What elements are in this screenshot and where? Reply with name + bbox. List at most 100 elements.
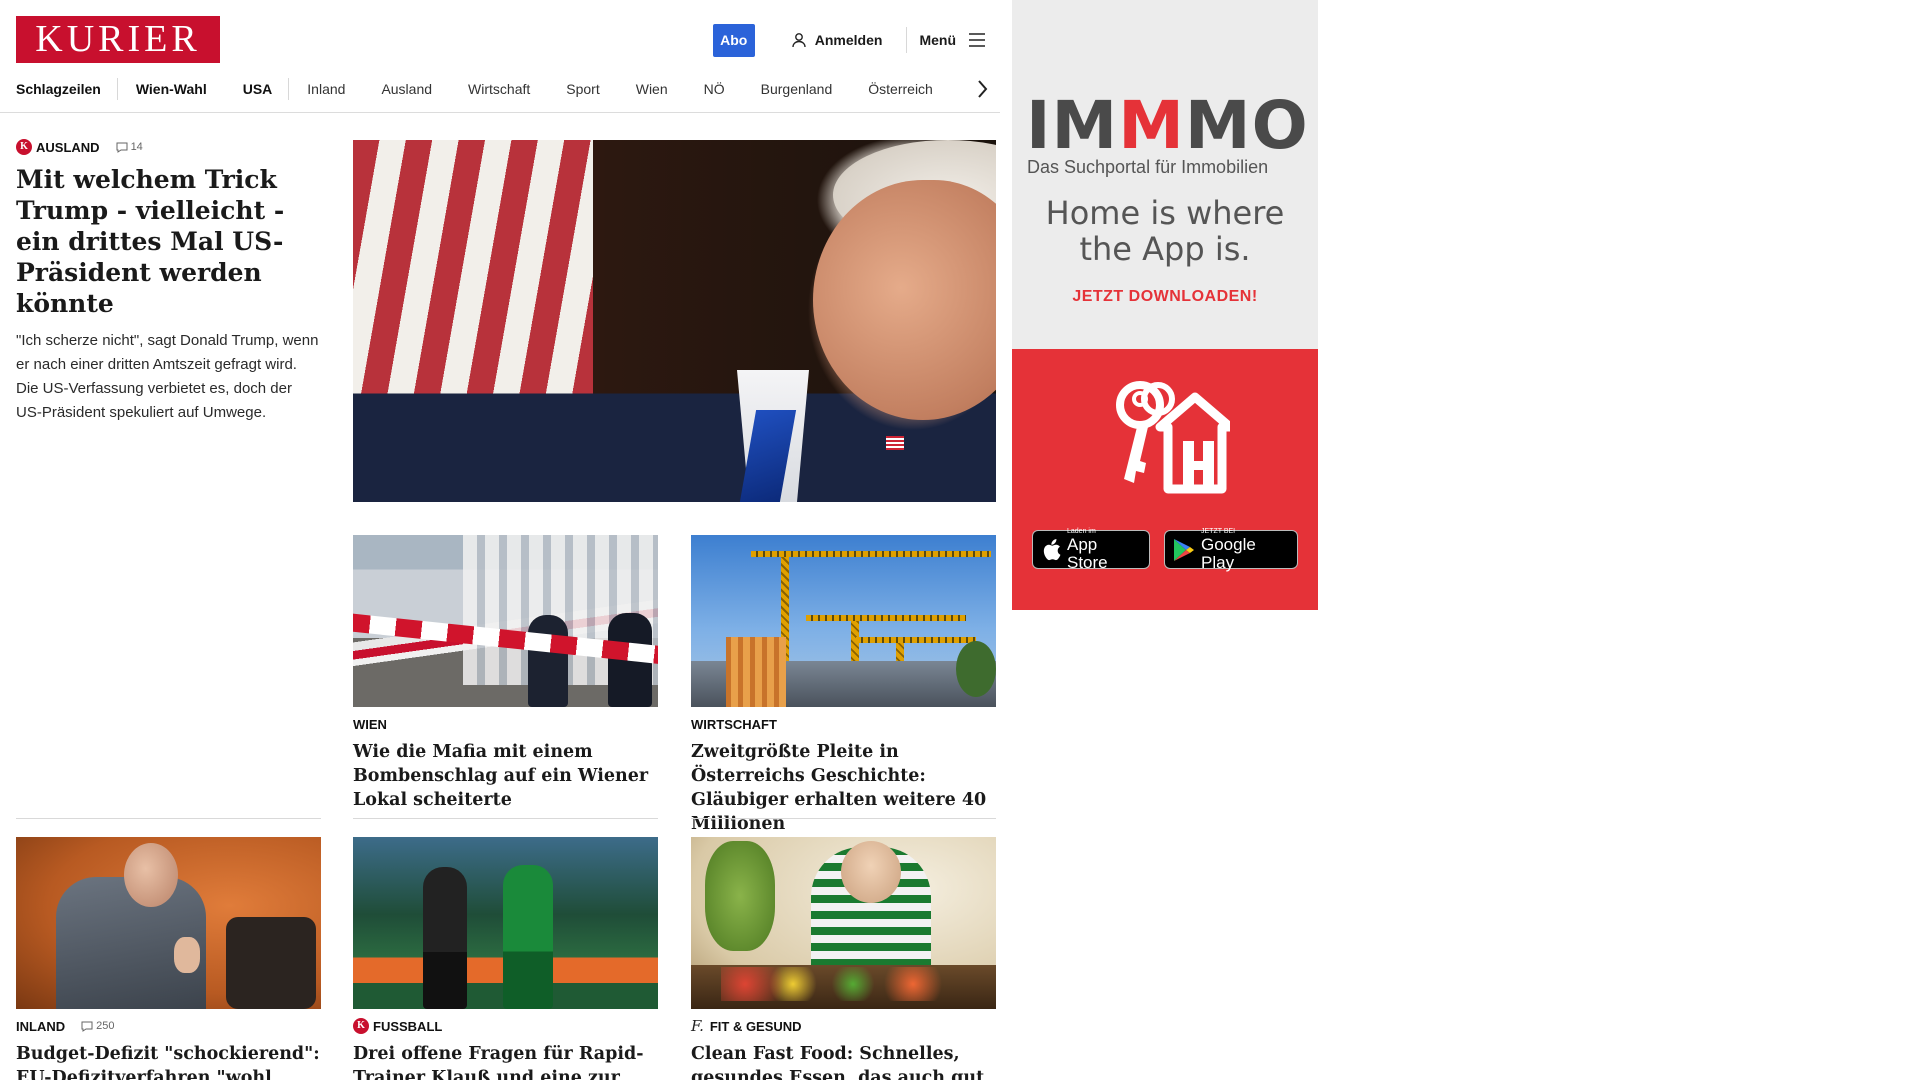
app-store-button[interactable]: Laden im App Store <box>1032 528 1150 572</box>
card-category[interactable]: FIT & GESUND <box>710 1019 802 1034</box>
article-card-wien[interactable]: WIEN Wie die Mafia mit einem Bombenschla… <box>353 535 658 819</box>
divider <box>16 818 321 819</box>
card-title[interactable]: Drei offene Fragen für Rapid-Trainer Kla… <box>353 1042 658 1080</box>
person-head <box>841 841 901 903</box>
article-card-wirtschaft[interactable]: WIRTSCHAFT Zweitgrößte Pleite in Österre… <box>691 535 996 836</box>
article-image-mafia[interactable] <box>353 535 658 707</box>
brand-part-red: M <box>1118 87 1185 164</box>
kurier-k-icon: K <box>16 139 32 155</box>
scaffolding <box>726 637 786 707</box>
person-head <box>124 843 178 907</box>
vegetables-shape <box>721 967 961 1001</box>
article-image-budget[interactable] <box>16 837 321 1009</box>
ad-subtitle: Das Suchportal für Immobilien <box>1027 157 1269 177</box>
immmo-ad[interactable]: IMMMO Das Suchportal für Immobilien Home… <box>1012 0 1318 610</box>
hero-comment-count[interactable]: 14 <box>116 141 143 153</box>
google-play-text: JETZT BEI Google Play <box>1201 528 1289 572</box>
plant-shape <box>705 841 775 951</box>
card-category[interactable]: WIRTSCHAFT <box>691 717 777 732</box>
crane-jib <box>751 551 991 557</box>
card-title[interactable]: Wie die Mafia mit einem Bombenschlag auf… <box>353 740 658 812</box>
hero-title[interactable]: Mit welchem Trick Trump - vielleicht - e… <box>16 164 320 319</box>
app-store-big: App Store <box>1067 534 1108 572</box>
referee-figure <box>423 867 467 1009</box>
card-comments-value: 250 <box>96 1020 115 1032</box>
chevron-right-icon[interactable] <box>976 79 988 99</box>
nav-item-burgenland[interactable]: Burgenland <box>743 78 851 100</box>
card-title[interactable]: Clean Fast Food: Schnelles, gesundes Ess… <box>691 1042 996 1080</box>
site-header: KURIER Abo Anmelden Menü Schlagzeilen Wi… <box>0 0 1000 113</box>
login-label: Anmelden <box>814 32 883 48</box>
article-card-fussball[interactable]: K FUSSBALL Drei offene Fragen für Rapid-… <box>353 837 658 1080</box>
immmo-logo: IMMMO <box>1026 90 1316 162</box>
comment-icon <box>116 142 128 153</box>
menu-label: Menü <box>919 32 956 48</box>
ad-slogan: Home is where the App is. <box>1012 195 1318 267</box>
app-store-text: Laden im App Store <box>1067 528 1141 572</box>
hero-image[interactable] <box>353 140 996 502</box>
divider <box>353 818 658 819</box>
flag-pin-icon <box>886 436 904 450</box>
card-category[interactable]: WIEN <box>353 717 387 732</box>
hero-category[interactable]: AUSLAND <box>36 140 100 155</box>
article-card-inland[interactable]: INLAND 250 Budget-Defizit "schockierend"… <box>16 837 321 1080</box>
police-figure <box>528 615 568 707</box>
crane-jib <box>856 637 976 643</box>
card-category[interactable]: INLAND <box>16 1019 65 1034</box>
abo-button[interactable]: Abo <box>712 23 755 57</box>
brand-part: MO <box>1184 87 1309 164</box>
nav-item-ausland[interactable]: Ausland <box>363 78 450 100</box>
top-actions: Abo Anmelden Menü <box>712 23 986 57</box>
main-nav: Schlagzeilen Wien-Wahl USA Inland Auslan… <box>16 78 988 100</box>
login-link[interactable]: Anmelden <box>791 27 908 53</box>
ad-slogan-line: the App is. <box>1079 230 1251 268</box>
crane-jib <box>806 615 966 621</box>
chair-shape <box>226 917 316 1009</box>
player-figure <box>503 865 553 1009</box>
nav-item-wien[interactable]: Wien <box>618 78 686 100</box>
menu-button[interactable]: Menü <box>907 32 986 48</box>
kurier-logo[interactable]: KURIER <box>16 16 220 63</box>
hero-article[interactable]: K AUSLAND 14 Mit welchem Trick Trump - v… <box>16 138 320 425</box>
card-meta: WIRTSCHAFT <box>691 715 996 733</box>
person-hand <box>174 937 200 973</box>
hero-meta: K AUSLAND 14 <box>16 138 320 156</box>
keys-house-icon <box>1116 381 1230 494</box>
article-image-fussball[interactable] <box>353 837 658 1009</box>
tree-shape <box>956 641 996 697</box>
brand-part: IM <box>1026 87 1119 164</box>
hero-teaser: "Ich scherze nicht", sagt Donald Trump, … <box>16 332 319 421</box>
fit-gesund-icon: f. <box>691 1017 704 1035</box>
google-play-big: Google Play <box>1201 534 1256 572</box>
user-icon <box>792 33 806 48</box>
menu-icon <box>969 33 985 47</box>
nav-item-wien-wahl[interactable]: Wien-Wahl <box>118 78 225 100</box>
nav-item-schlagzeilen[interactable]: Schlagzeilen <box>16 78 118 100</box>
ad-top: IMMMO Das Suchportal für Immobilien Home… <box>1012 0 1318 349</box>
card-title[interactable]: Zweitgrößte Pleite in Österreichs Geschi… <box>691 740 996 836</box>
card-category[interactable]: FUSSBALL <box>373 1019 442 1034</box>
article-image-food[interactable] <box>691 837 996 1009</box>
card-meta: INLAND 250 <box>16 1017 321 1035</box>
kurier-k-icon: K <box>353 1018 369 1034</box>
article-image-cranes[interactable] <box>691 535 996 707</box>
nav-item-wirtschaft[interactable]: Wirtschaft <box>450 78 548 100</box>
card-comment-count[interactable]: 250 <box>81 1020 114 1032</box>
card-meta: f. FIT & GESUND <box>691 1017 996 1035</box>
nav-item-usa[interactable]: USA <box>225 78 290 100</box>
ad-bottom: Laden im App Store JETZT BEI Google Play <box>1012 349 1318 610</box>
card-title[interactable]: Budget-Defizit "schockierend": EU-Defizi… <box>16 1042 321 1080</box>
google-play-icon <box>1174 538 1194 561</box>
hero-image-face <box>813 180 996 420</box>
ad-slogan-line: Home is where <box>1045 194 1285 232</box>
card-meta: K FUSSBALL <box>353 1017 658 1035</box>
nav-item-oesterreich[interactable]: Österreich <box>850 78 951 100</box>
nav-item-inland[interactable]: Inland <box>289 78 363 100</box>
ad-download-link[interactable]: JETZT DOWNLOADEN! <box>1012 288 1318 306</box>
hero-comments-value: 14 <box>130 141 143 153</box>
apple-icon <box>1043 538 1061 560</box>
article-card-fit-gesund[interactable]: f. FIT & GESUND Clean Fast Food: Schnell… <box>691 837 996 1080</box>
nav-item-noe[interactable]: NÖ <box>686 78 743 100</box>
google-play-button[interactable]: JETZT BEI Google Play <box>1164 528 1298 572</box>
nav-item-sport[interactable]: Sport <box>548 78 617 100</box>
